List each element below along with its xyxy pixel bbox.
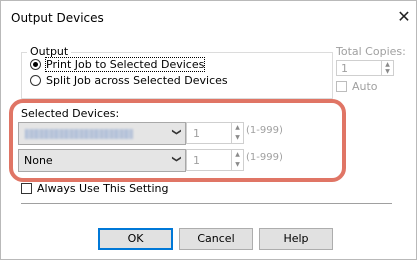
always-use-label: Always Use This Setting bbox=[37, 182, 169, 195]
radio-button-checked[interactable] bbox=[30, 59, 41, 70]
radio-label-print-job: Print Job to Selected Devices bbox=[44, 57, 206, 72]
spin-up-icon[interactable]: ▲ bbox=[385, 61, 390, 68]
annotation-highlight-box bbox=[9, 99, 346, 182]
total-copies-label: Total Copies: bbox=[336, 45, 406, 58]
close-icon[interactable]: ✕ bbox=[396, 9, 412, 25]
separator bbox=[21, 203, 392, 205]
output-group-label: Output bbox=[27, 45, 72, 58]
dialog-title: Output Devices bbox=[11, 11, 104, 25]
total-copies-spin-buttons[interactable]: ▲ ▼ bbox=[381, 61, 393, 75]
radio-print-job-selected[interactable]: Print Job to Selected Devices bbox=[30, 57, 206, 72]
radio-split-job[interactable]: Split Job across Selected Devices bbox=[30, 74, 228, 87]
total-copies-spinner[interactable]: 1 ▲ ▼ bbox=[336, 60, 394, 76]
auto-checkbox-row[interactable]: Auto bbox=[336, 80, 378, 93]
help-button[interactable]: Help bbox=[259, 228, 333, 250]
auto-checkbox[interactable] bbox=[336, 81, 347, 92]
cancel-button[interactable]: Cancel bbox=[179, 228, 253, 250]
radio-button-unchecked[interactable] bbox=[30, 75, 41, 86]
spin-down-icon[interactable]: ▼ bbox=[385, 68, 390, 75]
radio-label-split-job: Split Job across Selected Devices bbox=[46, 74, 228, 87]
auto-label: Auto bbox=[352, 80, 378, 93]
ok-button[interactable]: OK bbox=[98, 228, 173, 250]
always-use-checkbox[interactable] bbox=[21, 183, 32, 194]
total-copies-value: 1 bbox=[341, 62, 348, 75]
always-use-row[interactable]: Always Use This Setting bbox=[21, 182, 168, 195]
title-bar: Output Devices ✕ bbox=[1, 1, 416, 35]
